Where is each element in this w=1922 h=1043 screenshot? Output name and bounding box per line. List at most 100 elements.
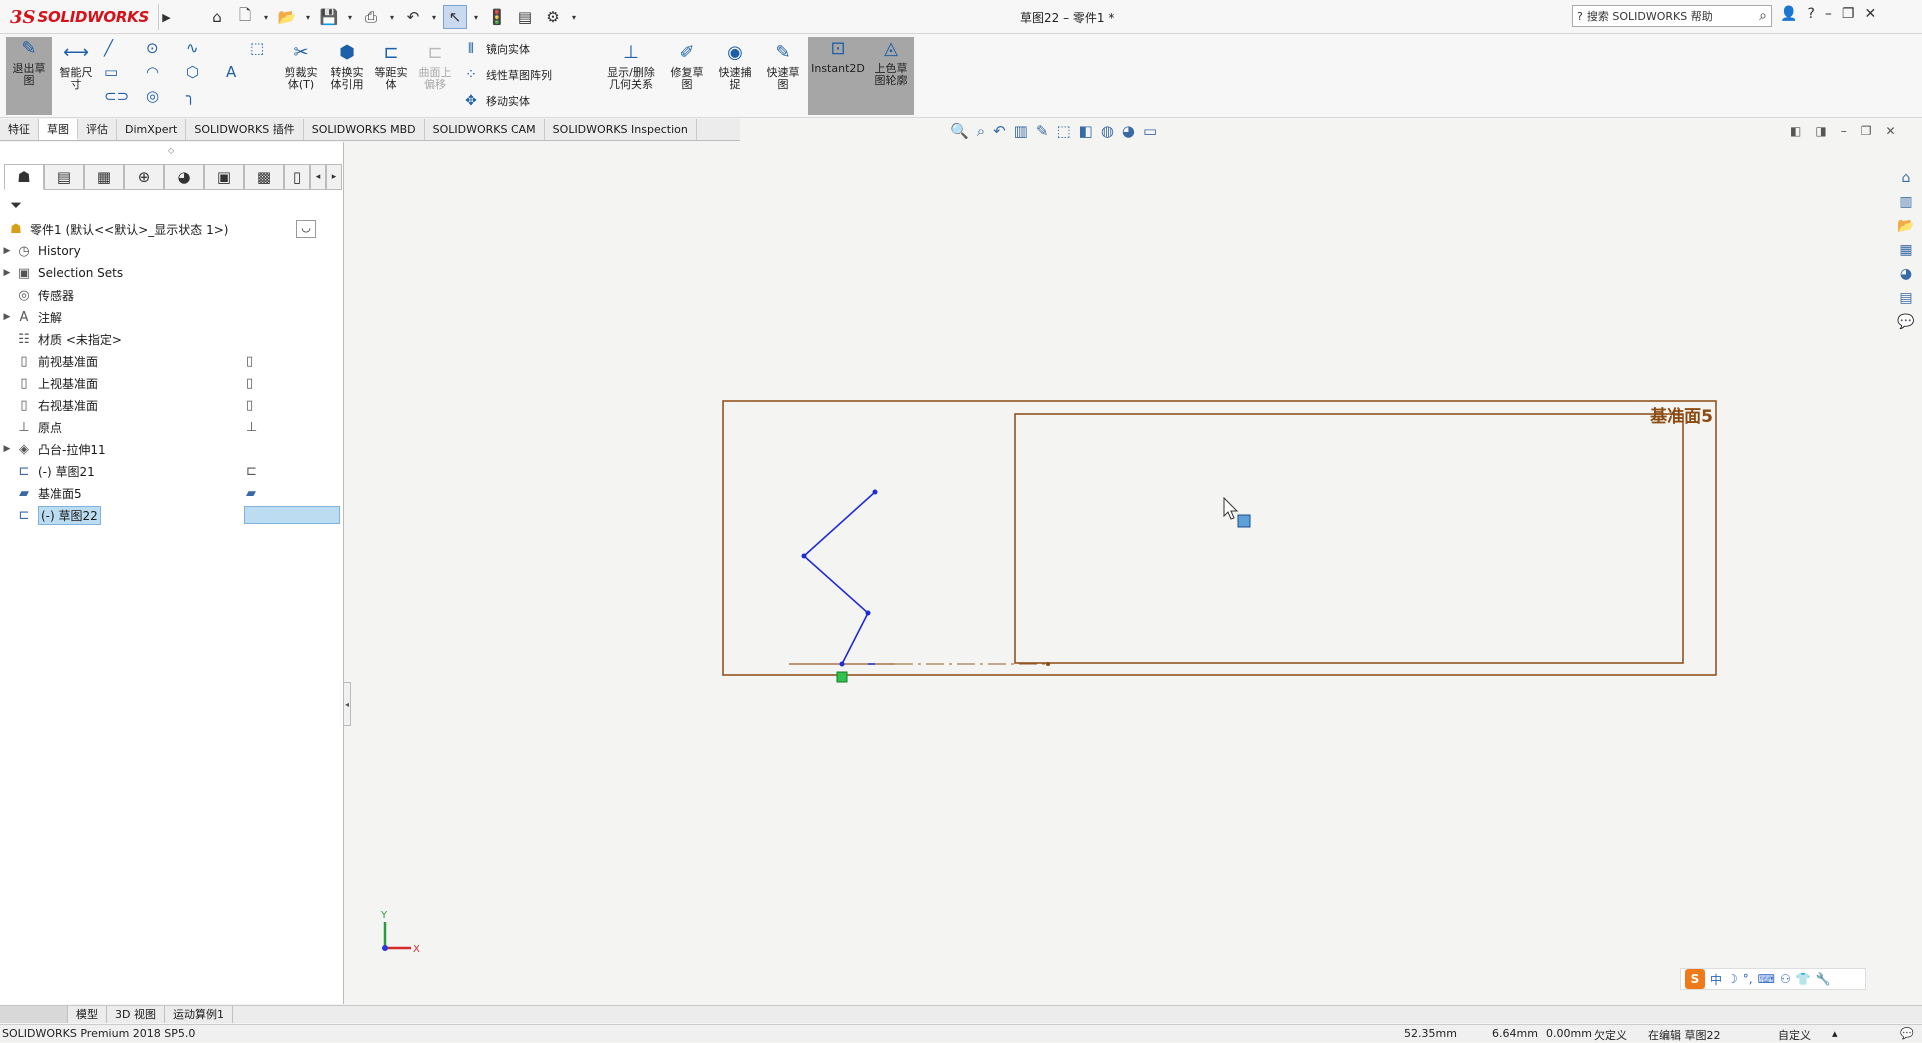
units-selector[interactable]: 自定义 [1778, 1027, 1811, 1043]
expand-arrow-icon[interactable]: ▶ [0, 268, 14, 278]
chevron-down-icon[interactable]: ▾ [345, 5, 355, 29]
home-icon[interactable]: ⌂ [205, 5, 229, 29]
chevron-down-icon[interactable]: ▾ [303, 5, 313, 29]
tab-scroll-right-icon[interactable]: ▸ [326, 164, 342, 190]
arc-icon[interactable]: ◠ [146, 63, 159, 81]
previous-view-icon[interactable]: ↶ [993, 122, 1006, 140]
restore-icon[interactable]: ❐ [1842, 6, 1855, 22]
viewport-close-icon[interactable]: ✕ [1885, 124, 1895, 138]
tree-item[interactable]: ▰ 基准面5 ▰ [0, 482, 344, 504]
keyboard-icon[interactable]: ⌨ [1758, 972, 1775, 986]
expand-arrow-icon[interactable]: ▶ [0, 312, 14, 322]
visibility-tag-icon[interactable]: ▯ [246, 398, 253, 413]
sketch-point[interactable] [872, 489, 878, 495]
sketch-point[interactable] [801, 553, 807, 559]
linear-pattern-button[interactable]: ⁘ 线性草图阵列 [462, 67, 552, 83]
open-icon[interactable]: 📂 [275, 5, 299, 29]
tree-item[interactable]: ▶ ◷ History [0, 240, 344, 262]
visibility-tag-icon[interactable]: ▯ [246, 354, 253, 369]
sketch-canvas[interactable]: 基准面5 Y X [345, 142, 1893, 1004]
polygon-icon[interactable]: ⬡ [186, 63, 199, 81]
exit-sketch-button[interactable]: ✎ 退出草图 [6, 37, 52, 115]
circle-icon[interactable]: ⊙ [146, 39, 159, 57]
line-icon[interactable]: ╱ [104, 39, 113, 57]
tab-3[interactable]: DimXpert [117, 119, 187, 140]
mirror-button[interactable]: ⫴ 镜向实体 [462, 41, 530, 57]
chevron-down-icon[interactable]: ▾ [569, 5, 579, 29]
tree-item[interactable]: ⊏(-) 草图22⊏ [0, 504, 344, 526]
instant2d-button[interactable]: ⊡ Instant2D [808, 37, 868, 115]
display-manager-tab-icon[interactable]: ◕ [164, 164, 204, 190]
status-chat-icon[interactable]: 💬 [1900, 1027, 1914, 1040]
tree-item[interactable]: ⊏ (-) 草图21 ⊏ [0, 460, 344, 482]
construction-icon[interactable]: ⬚ [250, 39, 264, 57]
new-document-icon[interactable]: 🗋 [233, 5, 257, 29]
units-dropdown-icon[interactable]: ▴ [1832, 1027, 1838, 1040]
forum-icon[interactable]: 💬 [1894, 312, 1918, 332]
hide-show-icon[interactable]: ◍ [1101, 122, 1114, 140]
tab-5[interactable]: SOLIDWORKS MBD [304, 119, 425, 140]
moon-icon[interactable]: ☽ [1727, 972, 1738, 986]
bottom-tab-2[interactable]: 运动算例1 [165, 1006, 233, 1023]
tile-left-icon[interactable]: ◧ [1790, 124, 1801, 138]
plane5-outer-boundary[interactable] [722, 400, 1717, 676]
tab-6[interactable]: SOLIDWORKS CAM [425, 119, 545, 140]
relations-button[interactable]: ⊥ 显示/删除几何关系 [602, 41, 660, 91]
tab-0[interactable]: 特征 [0, 119, 39, 140]
rapid-sketch-button[interactable]: ✎ 快速草图 [762, 41, 804, 91]
plane5-inner-boundary[interactable] [1014, 413, 1684, 664]
sketch-point[interactable] [839, 661, 845, 667]
tree-item[interactable]: ▶ ◈ 凸台-拉伸11 [0, 438, 344, 460]
centerline-endpoint[interactable] [1046, 662, 1050, 666]
chevron-down-icon[interactable]: ▾ [387, 5, 397, 29]
ime-mode[interactable]: 中 [1710, 971, 1722, 988]
appearance-icon[interactable]: ◕ [1122, 122, 1135, 140]
visibility-tag-icon[interactable]: ▰ [246, 486, 256, 501]
collapse-arrow-icon[interactable]: ◇ [168, 146, 174, 155]
sketch-point[interactable] [865, 610, 871, 616]
wrench-icon[interactable]: 🔧 [1816, 972, 1831, 986]
help-menu-icon[interactable]: ? [1807, 6, 1814, 22]
property-manager-tab-icon[interactable]: ▤ [44, 164, 84, 190]
viewport-restore-icon[interactable]: ❐ [1861, 124, 1872, 138]
ime-user-icon[interactable]: ⚇ [1780, 972, 1791, 986]
spline-icon[interactable]: ∿ [186, 39, 199, 57]
feature-manager-tab-icon[interactable]: ☗ [4, 164, 44, 190]
viewport-minimize-icon[interactable]: – [1841, 124, 1847, 138]
convert-entities-button[interactable]: ⬢ 转换实体引用 [326, 41, 368, 91]
undo-icon[interactable]: ↶ [401, 5, 425, 29]
display-style-icon[interactable]: ◧ [1079, 122, 1093, 140]
point-icon[interactable]: ◎ [146, 87, 159, 105]
surface-offset-button[interactable]: ⊏ 曲面上偏移 [414, 41, 456, 91]
chevron-down-icon[interactable]: ▾ [471, 5, 481, 29]
section-view-icon[interactable]: ▥ [1014, 122, 1028, 140]
view-palette-icon[interactable]: ▦ [1894, 240, 1918, 260]
smart-dimension-button[interactable]: ⟷ 智能尺寸 [54, 41, 98, 91]
dimxpert-tab-icon[interactable]: ⊕ [124, 164, 164, 190]
design-library-icon[interactable]: ▥ [1894, 192, 1918, 212]
tab-2[interactable]: 评估 [78, 119, 117, 140]
file-properties-icon[interactable]: ▤ [513, 5, 537, 29]
solidworks-logo[interactable]: 3S SOLIDWORKS [10, 6, 149, 28]
tree-item[interactable]: ◎ 传感器 [0, 284, 344, 306]
tab-1[interactable]: 草图 [39, 119, 78, 140]
print-icon[interactable]: ⎙ [359, 5, 383, 29]
configuration-manager-tab-icon[interactable]: ▦ [84, 164, 124, 190]
chevron-down-icon[interactable]: ▾ [429, 5, 439, 29]
bottom-tab-0[interactable]: 模型 [68, 1006, 107, 1023]
tile-right-icon[interactable]: ◨ [1815, 124, 1826, 138]
rebuild-icon[interactable]: 🚦 [485, 5, 509, 29]
rectangle-icon[interactable]: ▭ [104, 63, 118, 81]
menu-expand-arrow-icon[interactable]: ▶ [158, 4, 174, 30]
offset-entities-button[interactable]: ⊏ 等距实体 [370, 41, 412, 91]
tree-item[interactable]: ▯ 前视基准面 ▯ [0, 350, 344, 372]
origin-tag-icon[interactable]: ⊥ [246, 420, 257, 435]
repair-sketch-button[interactable]: ✐ 修复草图 [666, 41, 708, 91]
graphics-area[interactable]: 基准面5 Y X [345, 142, 1893, 1004]
visibility-tag-icon[interactable]: ⊏ [246, 464, 257, 479]
close-icon[interactable]: ✕ [1864, 6, 1876, 22]
tree-item[interactable]: ▶ ▣ Selection Sets [0, 262, 344, 284]
options-icon[interactable]: ⚙ [541, 5, 565, 29]
cam-operation-tab-icon[interactable]: ▩ [244, 164, 284, 190]
save-icon[interactable]: 💾 [317, 5, 341, 29]
